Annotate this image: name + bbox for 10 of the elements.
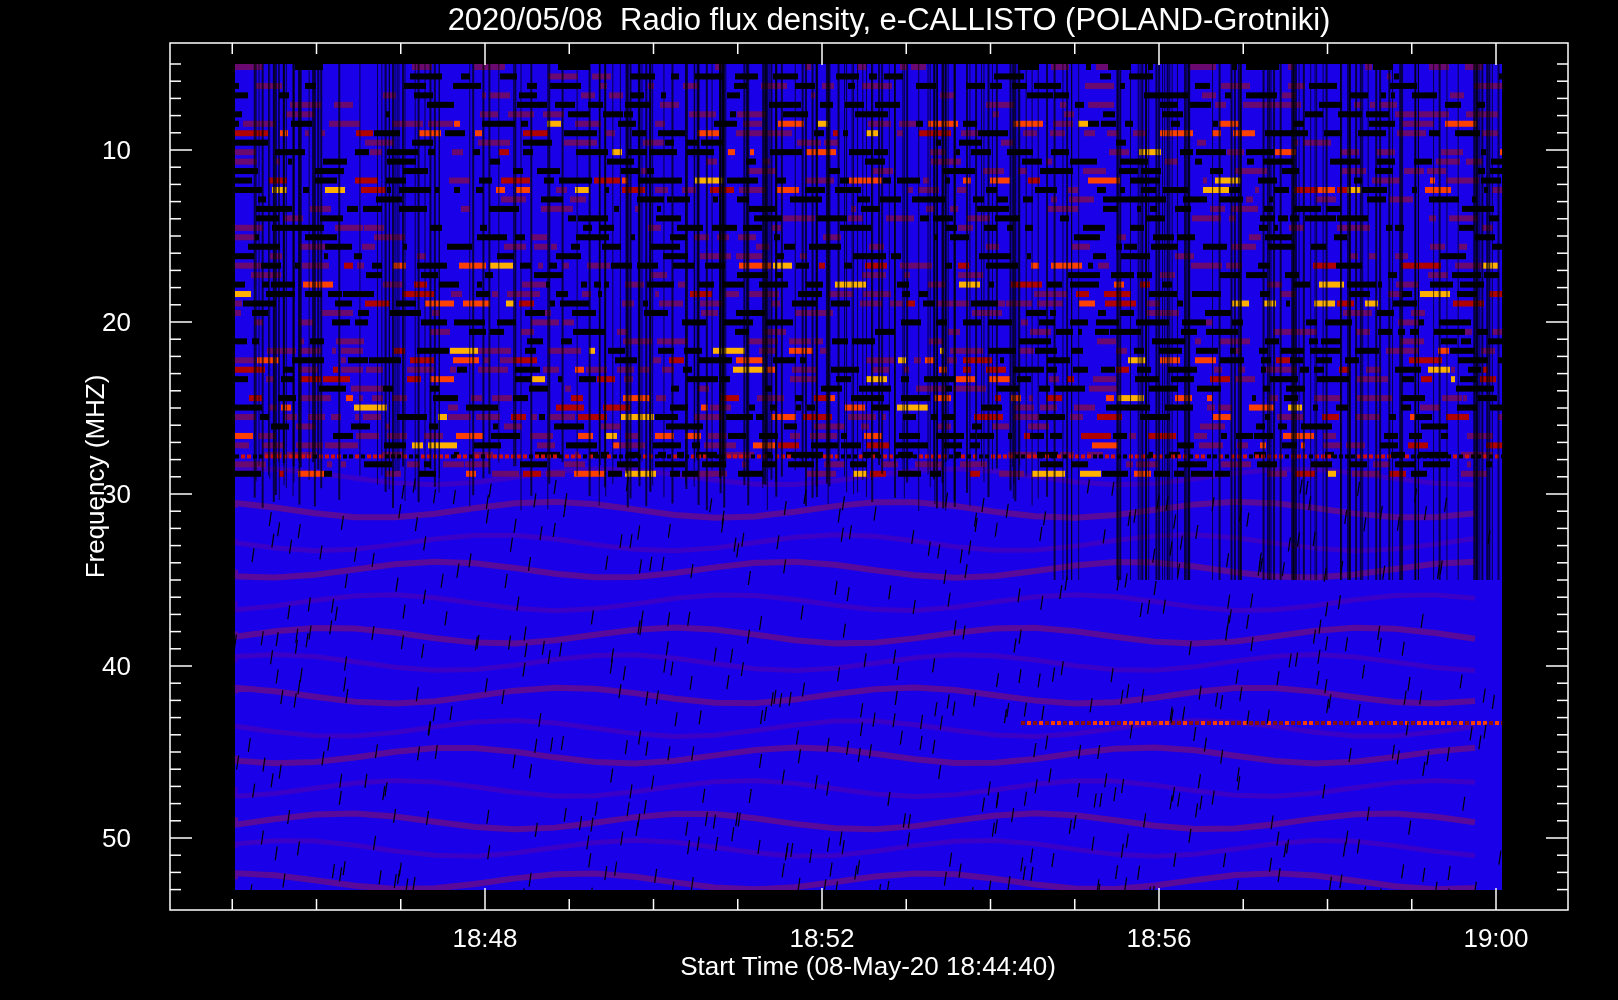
x-tick-label: 19:00 [1463,923,1529,953]
y-tick-label: 20 [102,307,131,337]
chart-title: 2020/05/08 Radio flux density, e-CALLISTO (POLAND-Grotniki) [447,2,1331,37]
y-tick-label: 40 [102,651,131,681]
y-tick-label: 10 [102,135,131,165]
x-tick-label: 18:48 [452,923,518,953]
y-tick-label: 50 [102,823,131,853]
x-axis-label: Start Time (08-May-20 18:44:40) [680,951,1056,981]
x-tick-label: 18:56 [1126,923,1192,953]
x-tick-label: 18:52 [789,923,855,953]
